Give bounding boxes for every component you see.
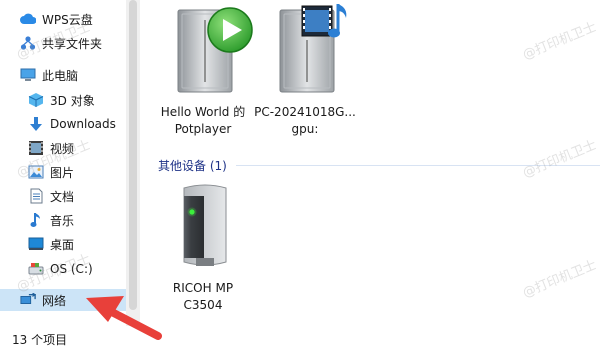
video-icon [28,140,44,156]
nav-item-label: 网络 [42,293,67,308]
document-icon [28,188,44,204]
item-label-text: Hello World 的 Potplayer [160,105,246,136]
nav-scrollbar[interactable] [126,0,140,326]
nav-item-label: OS (C:) [50,262,93,276]
scrollbar-thumb[interactable] [129,0,137,310]
music-icon [28,212,44,228]
item-count: 13 个项目 [12,333,68,347]
item-label-text: PC-20241018G... gpu: [254,105,356,136]
nav-item-pictures[interactable]: 图片 [0,161,126,183]
media-server-pc-gpu[interactable]: PC-20241018G... gpu: [250,0,360,140]
nav-item-documents[interactable]: 文档 [0,185,126,207]
nav-item-downloads[interactable]: Downloads [0,113,126,135]
nav-item-label: 音乐 [50,213,75,228]
nav-item-videos[interactable]: 视频 [0,137,126,159]
desktop-icon [28,236,44,252]
picture-icon [28,164,44,180]
content-pane: Hello World 的 Potplayer PC-20241018G... … [140,0,600,326]
device-ricoh-printer[interactable]: RICOH MP C3504 [148,180,258,320]
group-header-other-devices[interactable]: 其他设备 (1) [158,157,227,174]
item-label-text: RICOH MP C3504 [172,281,234,312]
nav-item-music[interactable]: 音乐 [0,209,126,231]
nav-item-label: 文档 [50,189,75,204]
nav-item-os-drive[interactable]: OS (C:) [0,258,126,280]
nav-item-3d-objects[interactable]: 3D 对象 [0,89,126,111]
nav-item-label: 图片 [50,165,75,180]
item-label: PC-20241018G... gpu: [250,104,360,138]
navigation-pane: WPS云盘 共享文件夹 此电脑 3D 对象 Downloads 视频 图片 文档… [0,0,140,326]
download-icon [28,116,44,132]
nav-item-this-pc[interactable]: 此电脑 [0,64,126,86]
nav-item-label: 3D 对象 [50,93,95,108]
nav-item-network[interactable]: 网络 [0,289,126,311]
nav-item-wps-cloud[interactable]: WPS云盘 [0,8,126,30]
nav-item-label: WPS云盘 [42,12,93,27]
nav-item-desktop[interactable]: 桌面 [0,233,126,255]
item-label: RICOH MP C3504 [148,280,258,314]
network-icon [20,292,36,308]
computer-icon [20,67,36,83]
nav-item-label: 视频 [50,141,75,156]
nav-item-label: 共享文件夹 [42,36,103,51]
media-server-play-icon [172,2,258,97]
status-bar: 13 个项目 [0,326,600,350]
nav-item-label: 桌面 [50,237,75,252]
printer-device-icon [174,182,236,273]
3d-objects-icon [28,92,44,108]
share-folder-icon [20,35,36,51]
cloud-icon [20,11,36,27]
media-server-music-icon [274,2,360,97]
item-label: Hello World 的 Potplayer [148,104,258,138]
nav-item-label: 此电脑 [42,68,79,83]
group-divider [236,165,600,166]
nav-item-shared-folder[interactable]: 共享文件夹 [0,32,126,54]
media-server-potplayer[interactable]: Hello World 的 Potplayer [148,0,258,140]
drive-icon [28,261,44,277]
nav-item-label: Downloads [50,117,116,131]
